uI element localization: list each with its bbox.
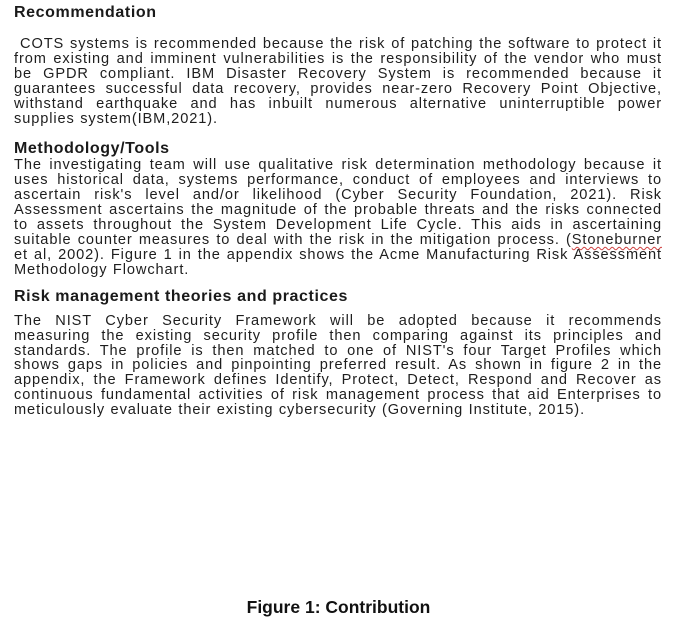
paragraph-methodology-text-before: The investigating team will use qualitat… bbox=[14, 157, 662, 248]
section-risk-management: Risk management theories and practices T… bbox=[14, 288, 662, 418]
section-heading-risk-management: Risk management theories and practices bbox=[14, 287, 349, 305]
paragraph-recommendation: COTS systems is recommended because the … bbox=[14, 36, 662, 127]
paragraph-risk-management: The NIST Cyber Security Framework will b… bbox=[14, 312, 662, 419]
spellcheck-underlined-word: Stoneburner bbox=[571, 231, 662, 248]
figure-caption: Figure 1: Contribution bbox=[246, 597, 431, 617]
paragraph-methodology-tools: The investigating team will use qualitat… bbox=[14, 158, 662, 277]
section-recommendation: Recommendation COTS systems is recommend… bbox=[14, 4, 662, 126]
section-heading-recommendation: Recommendation bbox=[14, 4, 157, 21]
section-methodology-tools: Methodology/Tools The investigating team… bbox=[14, 140, 662, 277]
document-excerpt: Recommendation COTS systems is recommend… bbox=[14, 4, 662, 418]
paragraph-methodology-text-after: et al, 2002). Figure 1 in the appendix s… bbox=[14, 246, 662, 278]
section-heading-methodology-tools: Methodology/Tools bbox=[14, 140, 170, 158]
